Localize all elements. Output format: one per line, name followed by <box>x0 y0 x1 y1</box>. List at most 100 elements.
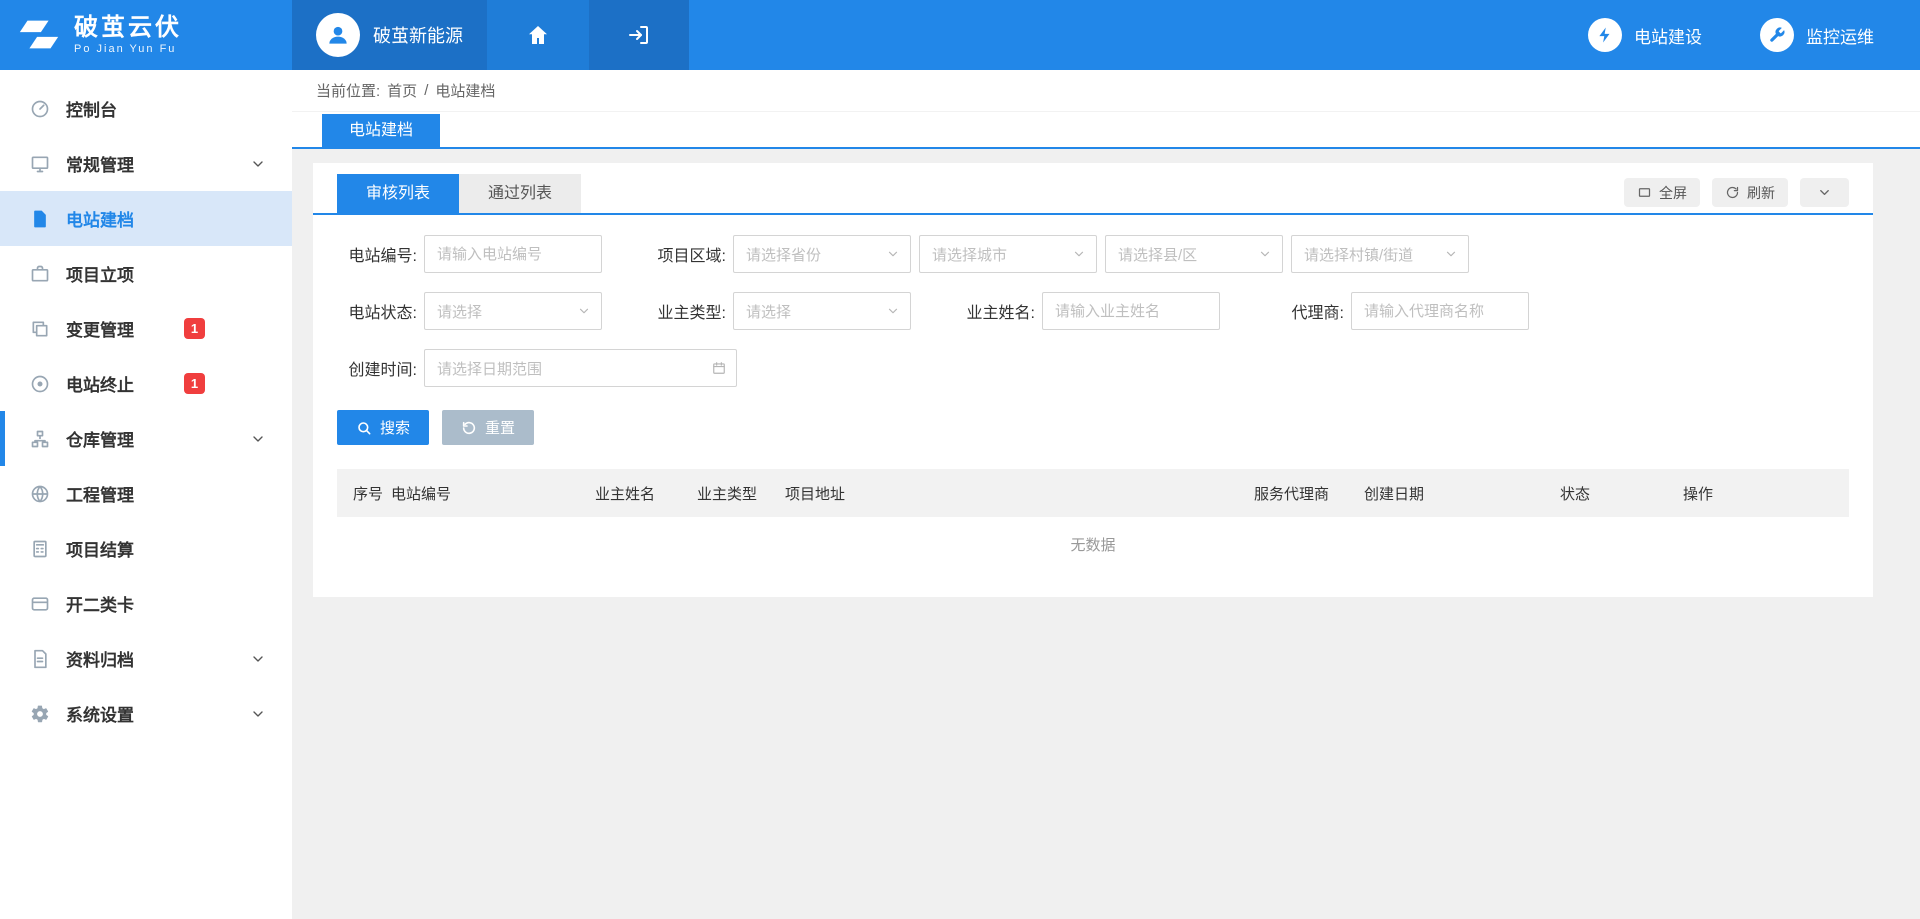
sidebar-item-warehouse-mgmt[interactable]: 仓库管理 <box>0 411 292 466</box>
logout-icon <box>627 23 651 47</box>
column-header-service-agent: 服务代理商 <box>1254 483 1364 504</box>
copy-icon <box>30 319 50 339</box>
column-header-status: 状态 <box>1560 483 1683 504</box>
owner-name-input[interactable] <box>1042 292 1220 330</box>
breadcrumb-separator: / <box>424 82 428 99</box>
sidebar-item-data-archive[interactable]: 资料归档 <box>0 631 292 686</box>
station-code-input[interactable] <box>424 235 602 273</box>
top-header: 破茧云伏 Po Jian Yun Fu 破茧新能源 <box>0 0 1920 70</box>
sidebar-item-label: 控制台 <box>66 96 117 121</box>
city-select[interactable]: 请选择城市 <box>919 235 1097 273</box>
brand-text: 破茧云伏 Po Jian Yun Fu <box>74 14 182 56</box>
city-select-placeholder: 请选择城市 <box>932 244 1007 265</box>
archive-icon <box>30 649 50 669</box>
column-header-station-code: 电站编号 <box>391 483 595 504</box>
sidebar-item-station-termination[interactable]: 电站终止 1 <box>0 356 292 411</box>
owner-type-label: 业主类型: <box>646 299 726 323</box>
sidebar-item-label: 常规管理 <box>66 151 134 176</box>
tab-review-list[interactable]: 审核列表 <box>337 174 459 213</box>
chevron-down-icon <box>250 706 266 722</box>
briefcase-icon <box>30 264 50 284</box>
province-select[interactable]: 请选择省份 <box>733 235 911 273</box>
monitor-icon <box>30 154 50 174</box>
sidebar-item-system-settings[interactable]: 系统设置 <box>0 686 292 741</box>
sidebar-item-console[interactable]: 控制台 <box>0 81 292 136</box>
table-header-row: 序号 电站编号 业主姓名 业主类型 项目地址 服务代理商 创建日期 状态 操作 <box>337 469 1849 517</box>
sidebar-item-label: 变更管理 <box>66 316 134 341</box>
refresh-button[interactable]: 刷新 <box>1712 178 1788 207</box>
chevron-down-icon <box>886 247 900 261</box>
sitemap-icon <box>30 429 50 449</box>
nav-station-build-label: 电站建设 <box>1634 23 1702 48</box>
nav-monitor-ops-label: 监控运维 <box>1806 23 1874 48</box>
column-header-project-address: 项目地址 <box>785 483 1254 504</box>
content-panel: 审核列表 通过列表 全屏 刷新 <box>313 163 1873 597</box>
chevron-down-icon <box>250 431 266 447</box>
sidebar-item-label: 仓库管理 <box>66 426 134 451</box>
nav-monitor-ops[interactable]: 监控运维 <box>1760 18 1874 52</box>
calendar-icon <box>712 361 726 375</box>
agent-label: 代理商: <box>1264 299 1344 323</box>
sidebar-item-label: 开二类卡 <box>66 591 134 616</box>
logout-button[interactable] <box>589 0 689 70</box>
brand-logo-icon <box>16 17 62 53</box>
column-header-index: 序号 <box>353 483 391 504</box>
create-time-range-input[interactable]: 请选择日期范围 <box>424 349 737 387</box>
sidebar-item-type2-card[interactable]: 开二类卡 <box>0 576 292 631</box>
reset-button[interactable]: 重置 <box>442 410 534 445</box>
reset-label: 重置 <box>485 417 515 438</box>
brand-title: 破茧云伏 <box>74 14 182 42</box>
user-menu[interactable]: 破茧新能源 <box>292 0 487 70</box>
chevron-down-icon <box>1258 247 1272 261</box>
sidebar-item-change-mgmt[interactable]: 变更管理 1 <box>0 301 292 356</box>
filter-row-2: 电站状态: 请选择 业主类型: 请选择 业主姓名: 代理商: <box>337 292 1849 330</box>
page-tab-strip: 电站建档 <box>292 112 1920 149</box>
brand-logo: 破茧云伏 Po Jian Yun Fu <box>0 0 292 70</box>
tab-passed-list[interactable]: 通过列表 <box>459 174 581 213</box>
chevron-down-icon <box>1817 185 1832 200</box>
sidebar-item-engineering-mgmt[interactable]: 工程管理 <box>0 466 292 521</box>
create-time-label: 创建时间: <box>337 356 417 380</box>
breadcrumb-current: 电站建档 <box>435 80 495 101</box>
village-select[interactable]: 请选择村镇/街道 <box>1291 235 1469 273</box>
sidebar: 控制台 常规管理 电站建档 项目立项 变更管理 1 <box>0 70 292 919</box>
column-header-actions: 操作 <box>1683 483 1849 504</box>
station-status-placeholder: 请选择 <box>437 301 482 322</box>
column-header-owner-type: 业主类型 <box>697 483 785 504</box>
breadcrumb-home[interactable]: 首页 <box>387 80 417 101</box>
card-icon <box>30 594 50 614</box>
nav-station-build[interactable]: 电站建设 <box>1588 18 1702 52</box>
collapse-filters-button[interactable] <box>1800 178 1849 207</box>
fullscreen-icon <box>1637 185 1652 200</box>
globe-icon <box>30 484 50 504</box>
filter-row-3: 创建时间: 请选择日期范围 <box>337 349 1849 387</box>
sidebar-item-station-archive[interactable]: 电站建档 <box>0 191 292 246</box>
owner-type-select[interactable]: 请选择 <box>733 292 911 330</box>
header-nav: 电站建设 监控运维 <box>1588 0 1920 70</box>
file-icon <box>30 209 50 229</box>
chevron-down-icon <box>250 651 266 667</box>
sidebar-item-project-initiation[interactable]: 项目立项 <box>0 246 292 301</box>
chevron-down-icon <box>1072 247 1086 261</box>
sidebar-item-label: 系统设置 <box>66 701 134 726</box>
main-content: 当前位置: 首页 / 电站建档 电站建档 审核列表 通过列表 全屏 刷新 <box>292 70 1920 919</box>
home-button[interactable] <box>487 0 589 70</box>
badge-count: 1 <box>184 373 205 394</box>
search-label: 搜索 <box>380 417 410 438</box>
sidebar-item-general-mgmt[interactable]: 常规管理 <box>0 136 292 191</box>
stop-circle-icon <box>30 374 50 394</box>
sidebar-item-label: 资料归档 <box>66 646 134 671</box>
sidebar-item-project-settlement[interactable]: 项目结算 <box>0 521 292 576</box>
badge-count: 1 <box>184 318 205 339</box>
agent-input[interactable] <box>1351 292 1529 330</box>
create-time-placeholder: 请选择日期范围 <box>437 358 542 379</box>
page-tab-station-archive[interactable]: 电站建档 <box>322 114 440 147</box>
county-select[interactable]: 请选择县/区 <box>1105 235 1283 273</box>
search-button[interactable]: 搜索 <box>337 410 429 445</box>
sidebar-item-label: 项目立项 <box>66 261 134 286</box>
results-table: 序号 电站编号 业主姓名 业主类型 项目地址 服务代理商 创建日期 状态 操作 … <box>337 469 1849 571</box>
station-status-select[interactable]: 请选择 <box>424 292 602 330</box>
calculator-icon <box>30 539 50 559</box>
fullscreen-button[interactable]: 全屏 <box>1624 178 1700 207</box>
home-icon <box>526 23 550 47</box>
